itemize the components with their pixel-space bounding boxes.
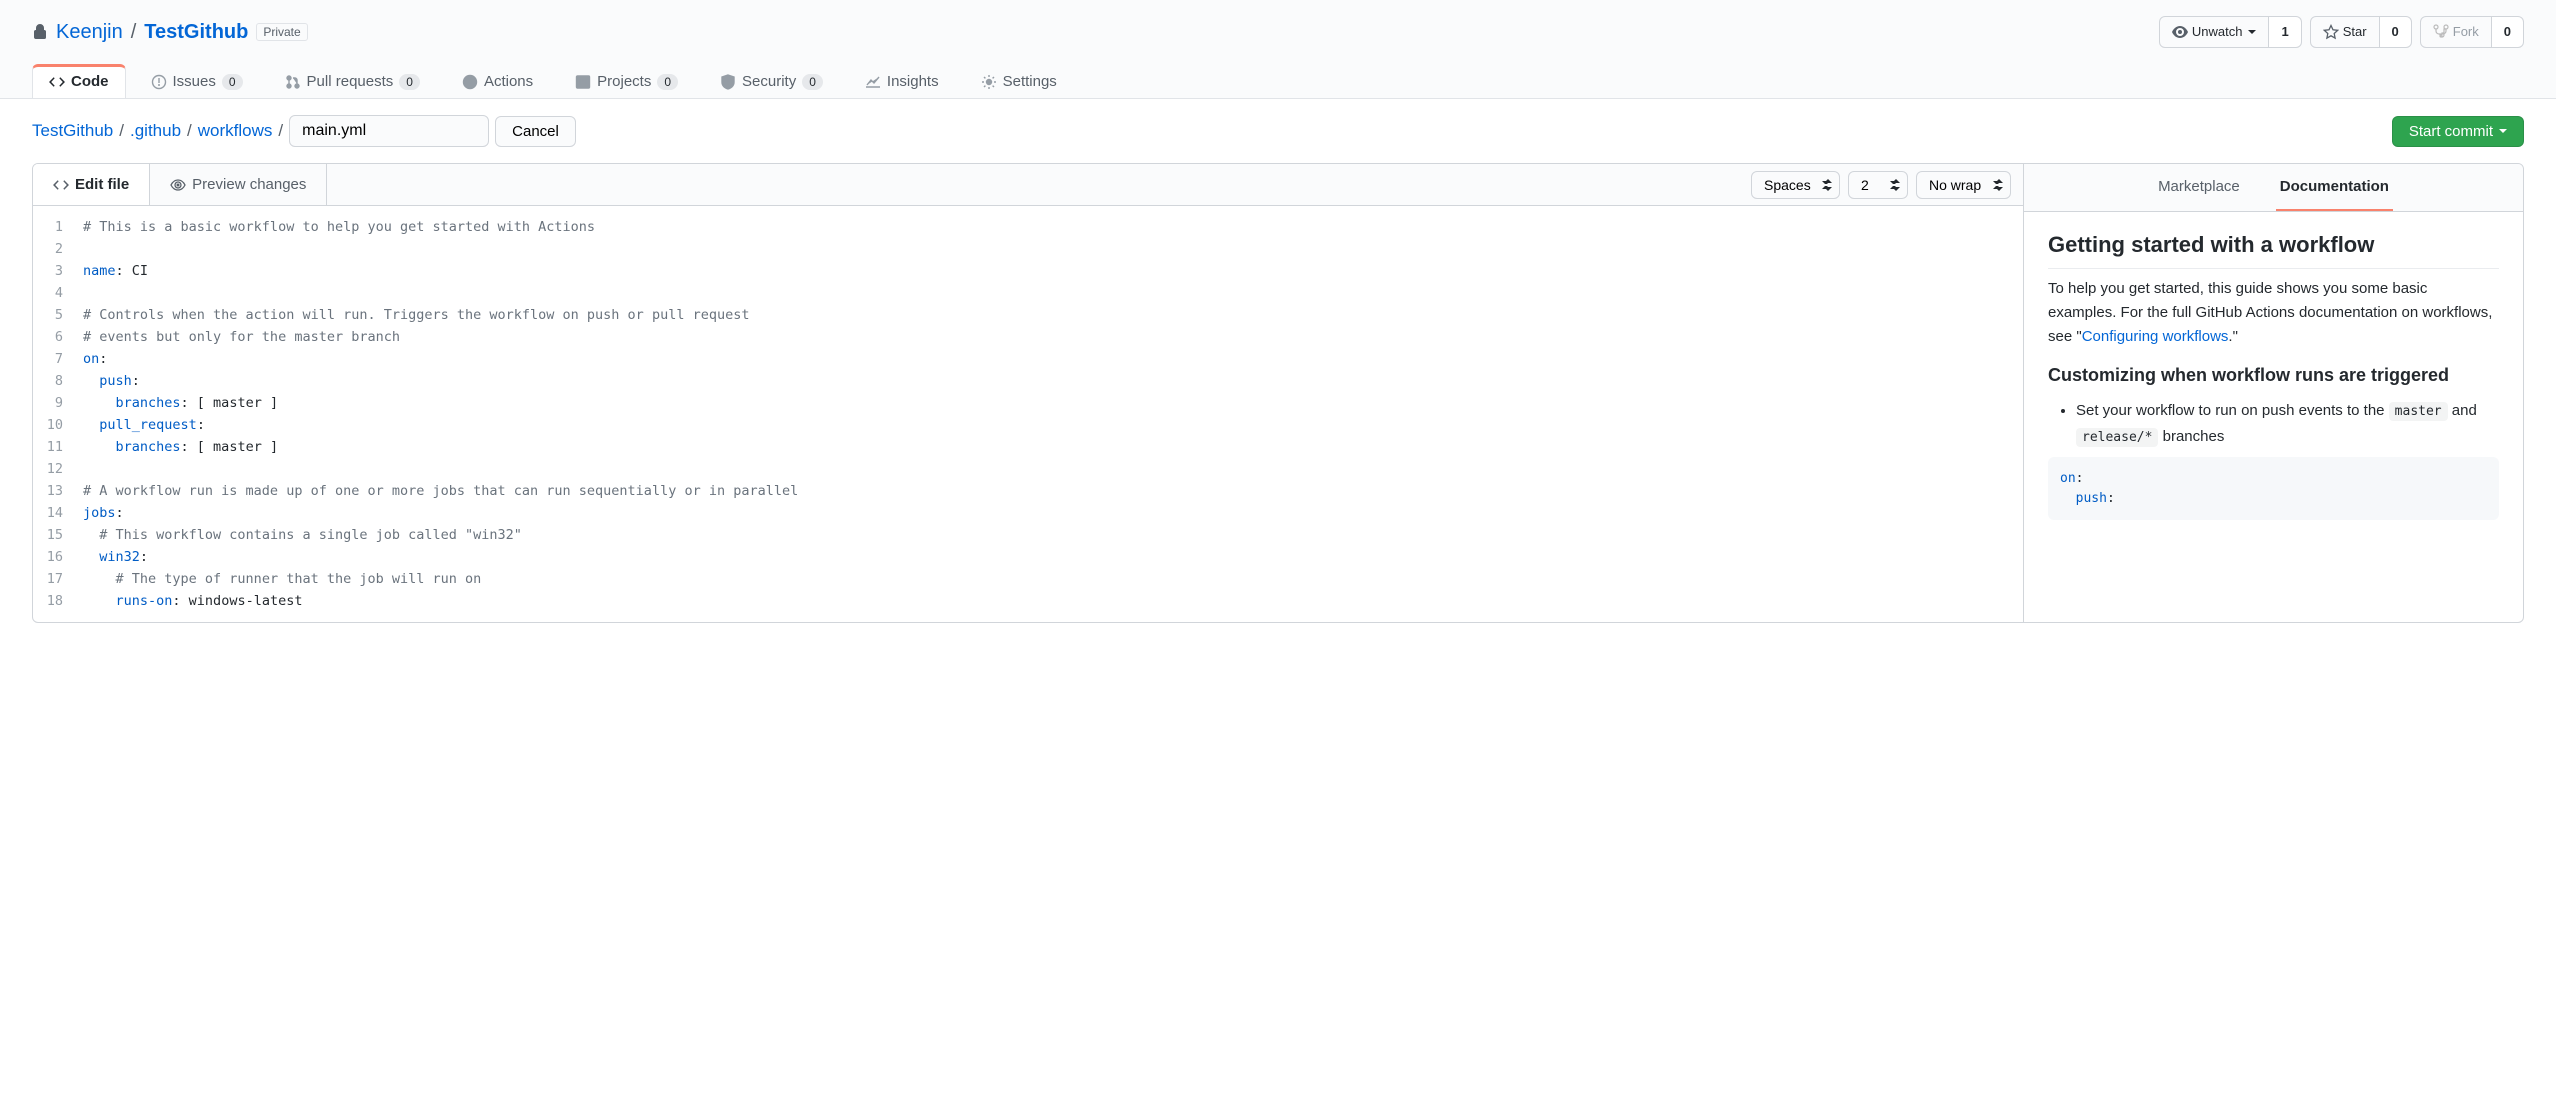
path-separator: / bbox=[131, 21, 137, 44]
tab-actions[interactable]: Actions bbox=[445, 64, 550, 98]
repo-title: Keenjin / TestGithub Private bbox=[32, 21, 308, 44]
filename-input[interactable] bbox=[289, 115, 489, 147]
breadcrumb-root[interactable]: TestGithub bbox=[32, 121, 113, 141]
caret-down-icon bbox=[2248, 30, 2256, 34]
pr-icon bbox=[285, 74, 301, 90]
start-commit-button[interactable]: Start commit bbox=[2392, 116, 2524, 147]
preview-changes-tab[interactable]: Preview changes bbox=[150, 164, 327, 205]
tab-projects[interactable]: Projects0 bbox=[558, 64, 695, 98]
tab-pull-requests[interactable]: Pull requests0 bbox=[268, 64, 437, 98]
repo-name-link[interactable]: TestGithub bbox=[144, 21, 248, 43]
eye-icon bbox=[170, 177, 186, 193]
code-icon bbox=[53, 177, 69, 193]
edit-file-tab[interactable]: Edit file bbox=[33, 164, 150, 205]
project-icon bbox=[575, 74, 591, 90]
side-panel: Marketplace Documentation Getting starte… bbox=[2023, 164, 2523, 622]
fork-icon bbox=[2433, 24, 2449, 40]
wrap-mode-select[interactable]: No wrap bbox=[1916, 171, 2011, 199]
breadcrumb: TestGithub / .github / workflows / Cance… bbox=[32, 115, 576, 147]
eye-icon bbox=[2172, 24, 2188, 40]
issue-icon bbox=[151, 74, 167, 90]
star-icon bbox=[2323, 24, 2339, 40]
doc-code-snippet: on: push: bbox=[2048, 457, 2499, 520]
breadcrumb-github[interactable]: .github bbox=[130, 121, 181, 141]
repo-header: Keenjin / TestGithub Private Unwatch 1 S… bbox=[0, 0, 2556, 99]
caret-down-icon bbox=[2499, 129, 2507, 133]
cancel-button[interactable]: Cancel bbox=[495, 116, 576, 147]
lock-icon bbox=[32, 24, 48, 40]
code-icon bbox=[49, 74, 65, 90]
line-numbers: 123456789101112131415161718 bbox=[33, 206, 83, 622]
unwatch-button[interactable]: Unwatch 1 bbox=[2159, 16, 2302, 48]
documentation-tab[interactable]: Documentation bbox=[2276, 164, 2393, 211]
editor-box: Edit file Preview changes Spaces 2 No wr… bbox=[32, 163, 2524, 623]
doc-intro: To help you get started, this guide show… bbox=[2048, 277, 2499, 349]
gear-icon bbox=[981, 74, 997, 90]
visibility-badge: Private bbox=[256, 23, 307, 41]
tab-settings[interactable]: Settings bbox=[964, 64, 1074, 98]
repo-actions: Unwatch 1 Star 0 Fork 0 bbox=[2159, 16, 2524, 48]
play-icon bbox=[462, 74, 478, 90]
doc-heading: Getting started with a workflow bbox=[2048, 232, 2499, 269]
star-button[interactable]: Star 0 bbox=[2310, 16, 2412, 48]
code-lines[interactable]: # This is a basic workflow to help you g… bbox=[83, 206, 2023, 622]
repo-owner-link[interactable]: Keenjin bbox=[56, 21, 123, 44]
tab-security[interactable]: Security0 bbox=[703, 64, 840, 98]
repo-nav: Code Issues0 Pull requests0 Actions Proj… bbox=[32, 64, 2524, 98]
marketplace-tab[interactable]: Marketplace bbox=[2154, 164, 2244, 211]
fork-button[interactable]: Fork 0 bbox=[2420, 16, 2524, 48]
indent-mode-select[interactable]: Spaces bbox=[1751, 171, 1840, 199]
doc-subheading: Customizing when workflow runs are trigg… bbox=[2048, 365, 2499, 386]
configuring-workflows-link[interactable]: Configuring workflows bbox=[2082, 328, 2229, 345]
tab-code[interactable]: Code bbox=[32, 64, 126, 98]
breadcrumb-workflows[interactable]: workflows bbox=[198, 121, 273, 141]
tab-issues[interactable]: Issues0 bbox=[134, 64, 260, 98]
indent-size-select[interactable]: 2 bbox=[1848, 171, 1908, 199]
tab-insights[interactable]: Insights bbox=[848, 64, 956, 98]
code-editor[interactable]: 123456789101112131415161718 # This is a … bbox=[33, 206, 2023, 622]
doc-bullet: Set your workflow to run on push events … bbox=[2076, 398, 2499, 449]
shield-icon bbox=[720, 74, 736, 90]
graph-icon bbox=[865, 74, 881, 90]
